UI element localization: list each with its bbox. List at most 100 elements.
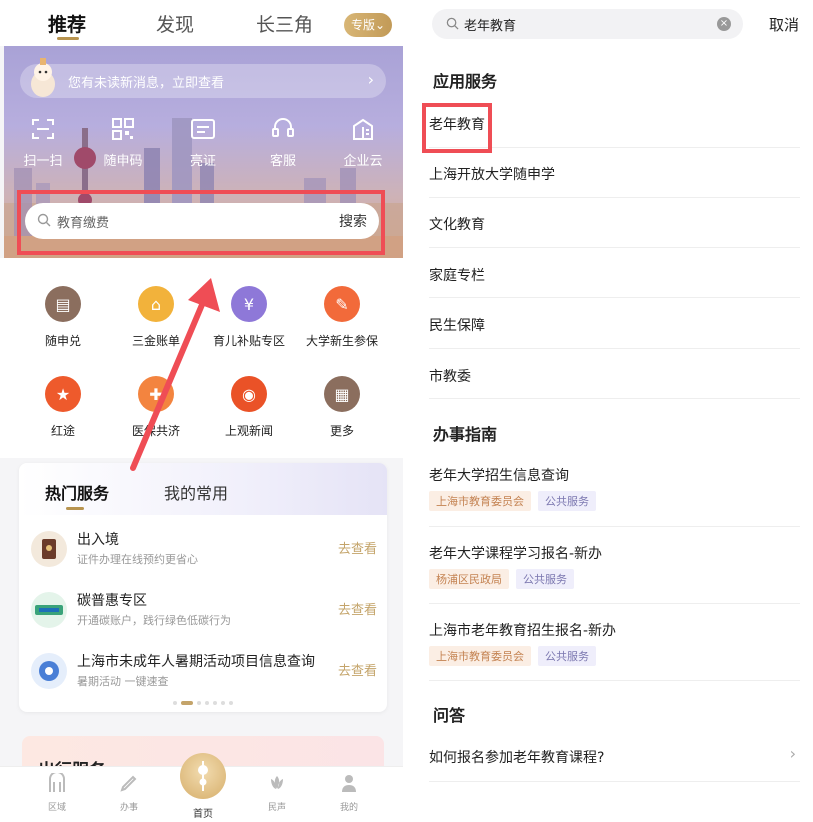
app-item[interactable]: 文化教育	[429, 198, 800, 248]
view-button[interactable]: 去查看	[338, 538, 377, 557]
notice-text: 您有未读新消息，立即查看	[68, 76, 225, 91]
tag-row: 上海市教育委员会 公共服务	[429, 645, 603, 666]
nav-affairs[interactable]: 办事	[104, 773, 154, 813]
cancel-button[interactable]: 取消	[769, 14, 799, 35]
magnolia-icon	[271, 776, 283, 789]
grid-item-shangguan-news[interactable]: ◉ 上观新闻	[199, 376, 299, 439]
grid-item-childcare-subsidy[interactable]: ¥ 育儿补贴专区	[199, 286, 299, 349]
carousel-dots	[19, 699, 387, 705]
guide-item[interactable]: 老年大学招生信息查询 上海市教育委员会 公共服务	[429, 450, 800, 527]
quick-show-id[interactable]: 亮证	[172, 118, 234, 169]
service-title: 上海市未成年人暑期活动项目信息查询	[77, 654, 315, 670]
money-bag-icon: ¥	[231, 286, 267, 322]
grid-label: 医保共济	[131, 424, 180, 438]
home-button[interactable]	[180, 753, 226, 799]
nav-label: 办事	[119, 803, 138, 813]
app-item-label: 市教委	[429, 369, 471, 385]
highlight-box	[17, 190, 385, 255]
tab-underline	[57, 37, 79, 40]
tab-hot-services[interactable]: 热门服务	[45, 480, 109, 504]
chevron-right-icon: ›	[789, 744, 796, 763]
type-tag: 公共服务	[538, 491, 596, 511]
carousel-dot	[229, 700, 233, 705]
document-icon: ✎	[324, 286, 360, 322]
carousel-dot	[221, 700, 225, 705]
highlight-box	[422, 103, 492, 153]
nav-region[interactable]: 区域	[32, 771, 82, 813]
carbon-logo-icon	[31, 592, 67, 628]
tab-my-favorites[interactable]: 我的常用	[164, 480, 228, 504]
quick-customer-service[interactable]: 客服	[252, 118, 314, 169]
view-button[interactable]: 去查看	[338, 599, 377, 618]
nav-public-voice[interactable]: 民声	[252, 773, 302, 813]
grid-label: 随申兑	[44, 334, 81, 348]
grid-item-hongtu[interactable]: ★ 红途	[13, 376, 113, 439]
grid-item-sanjin-bill[interactable]: ⌂ 三金账单	[106, 286, 206, 349]
service-row[interactable]: 出入境 证件办理在线预约更省心 去查看	[19, 525, 387, 577]
qa-item[interactable]: 如何报名参加老年教育课程? ›	[429, 732, 800, 782]
org-tag: 上海市教育委员会	[429, 646, 531, 666]
service-subtitle: 开通碳账户，践行绿色低碳行为	[77, 614, 231, 627]
tag-row: 杨浦区民政局 公共服务	[429, 568, 581, 589]
carousel-dot	[213, 700, 217, 705]
guide-title: 上海市老年教育招生报名-新办	[429, 623, 617, 639]
app-item[interactable]: 家庭专栏	[429, 248, 800, 298]
pen-icon	[120, 775, 137, 792]
grid-item-freshman-insurance[interactable]: ✎ 大学新生参保	[292, 286, 392, 349]
tag-row: 上海市教育委员会 公共服务	[429, 490, 603, 511]
nav-mine[interactable]: 我的	[324, 773, 374, 813]
user-icon	[342, 775, 356, 792]
card-tab-underline	[66, 507, 84, 510]
quick-label: 企业云	[343, 154, 383, 169]
edition-button[interactable]: 专版⌄	[344, 13, 392, 37]
gate-icon	[49, 771, 65, 792]
app-item-label: 文化教育	[429, 217, 485, 233]
search-icon	[446, 17, 459, 30]
tab-yangtze-delta[interactable]: 长三角	[256, 10, 313, 37]
carousel-dot	[205, 700, 209, 705]
tab-discover[interactable]: 发现	[156, 10, 194, 37]
service-grid: ▤ 随申兑 ⌂ 三金账单 ¥ 育儿补贴专区 ✎ 大学新生参保 ★ 红途 ✚ 医保…	[0, 258, 403, 458]
app-item[interactable]: 上海开放大学随申学	[429, 148, 800, 198]
quick-health-code[interactable]: 随申码	[92, 118, 154, 169]
grid-item-suishendui[interactable]: ▤ 随申兑	[13, 286, 113, 349]
building-icon	[353, 118, 373, 140]
section-qa: 问答	[433, 706, 466, 725]
guide-item[interactable]: 上海市老年教育招生报名-新办 上海市教育委员会 公共服务	[429, 604, 800, 681]
mascot-icon	[31, 58, 55, 97]
qr-code-icon	[112, 118, 134, 140]
quick-label: 客服	[269, 154, 296, 169]
app-item-label: 上海开放大学随申学	[429, 167, 555, 183]
service-row[interactable]: 上海市未成年人暑期活动项目信息查询 暑期活动 一键速查 去查看	[19, 647, 387, 699]
service-subtitle: 证件办理在线预约更省心	[77, 553, 198, 566]
chevron-right-icon: ›	[367, 70, 374, 89]
star-icon: ★	[45, 376, 81, 412]
pearl-tower-icon	[198, 761, 208, 791]
scan-icon	[32, 119, 54, 139]
app-item-label: 民生保障	[429, 318, 485, 334]
app-item[interactable]: 民生保障	[429, 298, 800, 349]
quick-label: 随申码	[103, 154, 143, 169]
type-tag: 公共服务	[516, 569, 574, 589]
app-item-label: 家庭专栏	[429, 268, 485, 284]
guide-item[interactable]: 老年大学课程学习报名-新办 杨浦区民政局 公共服务	[429, 527, 800, 604]
guide-title: 老年大学课程学习报名-新办	[429, 546, 603, 562]
nav-label: 我的	[339, 803, 358, 813]
clear-icon[interactable]: ×	[717, 17, 731, 31]
view-button[interactable]: 去查看	[338, 660, 377, 679]
message-notice-bar[interactable]: 您有未读新消息，立即查看 ›	[20, 58, 386, 98]
service-row[interactable]: 碳普惠专区 开通碳账户，践行绿色低碳行为 去查看	[19, 586, 387, 638]
guide-title: 老年大学招生信息查询	[429, 468, 569, 484]
app-item[interactable]: 市教委	[429, 349, 800, 399]
quick-enterprise-cloud[interactable]: 企业云	[332, 118, 394, 169]
type-tag: 公共服务	[538, 646, 596, 666]
right-screen: 老年教育 × 取消 应用服务 老年教育 上海开放大学随申学 文化教育 家庭专栏 …	[412, 0, 813, 822]
house-icon: ⌂	[138, 286, 174, 322]
search-input[interactable]: 老年教育 ×	[432, 9, 743, 39]
grid-item-more[interactable]: ▦ 更多	[292, 376, 392, 439]
section-app-services: 应用服务	[433, 72, 498, 91]
grid-item-medical-mutual[interactable]: ✚ 医保共济	[106, 376, 206, 439]
tab-recommend[interactable]: 推荐	[48, 10, 86, 37]
quick-scan[interactable]: 扫一扫	[12, 118, 74, 169]
service-subtitle: 暑期活动 一键速查	[77, 675, 169, 688]
